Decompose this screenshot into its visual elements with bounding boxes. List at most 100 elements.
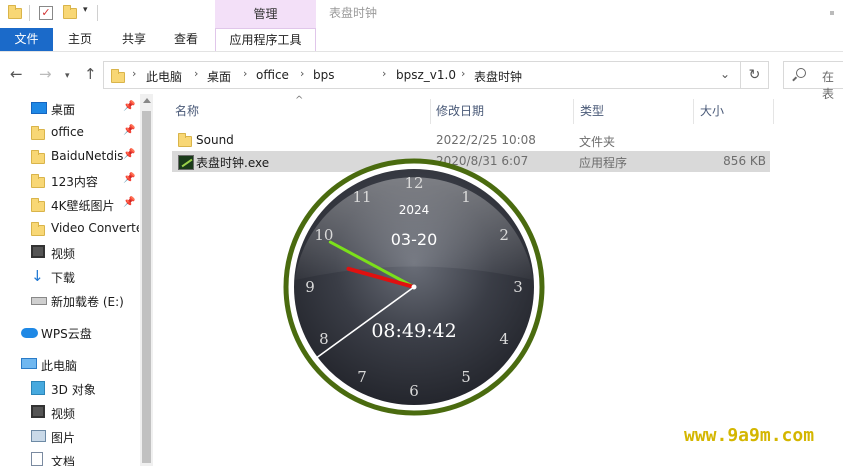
breadcrumb-current[interactable]: 表盘时钟	[474, 68, 522, 85]
site-watermark: www.9a9m.com	[684, 425, 815, 446]
pin-icon[interactable]: 📌	[123, 125, 135, 136]
nav-item-downloads[interactable]: ↓ 下载	[0, 264, 140, 288]
nav-item-label: 桌面	[51, 103, 76, 117]
clock-numeral: 6	[409, 382, 419, 400]
pictures-icon	[31, 430, 46, 442]
clock-numeral: 9	[305, 278, 315, 296]
file-date: 2022/2/25 10:08	[436, 133, 536, 147]
folder-icon	[31, 222, 45, 236]
nav-item-video-converter[interactable]: Video Converte	[0, 216, 140, 240]
manage-tab[interactable]: 管理	[215, 0, 316, 28]
nav-item-4k-wallpaper[interactable]: 4K壁纸图片 📌	[0, 192, 140, 216]
column-header-name[interactable]: 名称	[175, 99, 199, 124]
chevron-down-icon[interactable]: ⌄	[720, 67, 730, 81]
nav-item-office[interactable]: office 📌	[0, 120, 140, 144]
nav-item-label: 3D 对象	[51, 383, 96, 397]
pin-icon[interactable]: 📌	[123, 101, 135, 112]
nav-item-label: office	[51, 125, 84, 139]
desktop-icon	[31, 102, 47, 114]
up-arrow-icon[interactable]: ↑	[84, 66, 97, 82]
tab-view[interactable]: 查看	[164, 28, 208, 51]
nav-item-pictures[interactable]: 图片	[0, 424, 140, 448]
column-header-size[interactable]: 大小	[700, 99, 724, 124]
file-row[interactable]: Sound 2022/2/25 10:08 文件夹	[172, 130, 770, 151]
nav-item-drive-e[interactable]: 新加载卷 (E:)	[0, 288, 140, 312]
chevron-right-icon[interactable]: ›	[132, 67, 136, 80]
address-bar[interactable]: › 此电脑 › 桌面 › office › bps › bpsz_v1.0 › …	[103, 61, 741, 89]
clock-numeral: 5	[461, 368, 471, 386]
nav-item-123[interactable]: 123内容 📌	[0, 168, 140, 192]
minimize-icon[interactable]	[830, 11, 834, 15]
nav-item-label: 视频	[51, 247, 76, 261]
nav-scrollbar[interactable]	[140, 94, 153, 466]
breadcrumb-bpsz[interactable]: bpsz_v1.0	[396, 68, 456, 82]
pin-icon[interactable]: 📌	[123, 173, 135, 184]
nav-item-wps-cloud[interactable]: WPS云盘	[0, 320, 140, 344]
scroll-up-icon[interactable]	[143, 98, 151, 103]
chevron-right-icon[interactable]: ›	[461, 67, 465, 80]
search-input[interactable]: 在 表	[783, 61, 843, 101]
nav-item-3d-objects[interactable]: 3D 对象	[0, 376, 140, 400]
nav-item-documents[interactable]: 文档	[0, 448, 140, 466]
column-divider[interactable]	[573, 99, 574, 124]
clock-year: 2024	[398, 203, 430, 217]
forward-arrow-icon[interactable]: →	[39, 66, 52, 82]
recent-locations-icon[interactable]: ▾	[65, 68, 70, 84]
column-header-type[interactable]: 类型	[580, 99, 604, 124]
download-icon: ↓	[31, 267, 44, 285]
column-divider[interactable]	[693, 99, 694, 124]
back-arrow-icon[interactable]: ←	[10, 66, 23, 82]
tab-app-tools[interactable]: 应用程序工具	[215, 28, 316, 51]
column-header-date[interactable]: 修改日期	[436, 99, 484, 124]
chevron-right-icon[interactable]: ›	[194, 67, 198, 80]
clock-face: 121234567891011	[283, 158, 545, 416]
new-folder-icon[interactable]	[63, 4, 77, 22]
folder-icon[interactable]	[8, 4, 22, 22]
breadcrumb-desktop[interactable]: 桌面	[207, 68, 231, 85]
chevron-right-icon[interactable]: ›	[382, 67, 386, 80]
nav-item-label: Video Converte	[51, 221, 139, 235]
nav-item-label: 图片	[51, 431, 76, 445]
breadcrumb-bps[interactable]: bps	[313, 68, 335, 82]
customize-qa-icon[interactable]: ▾	[83, 5, 88, 23]
folder-icon	[31, 198, 45, 212]
folder-icon	[111, 69, 125, 83]
clock-numeral: 7	[357, 368, 367, 386]
nav-item-label: 123内容	[51, 175, 98, 189]
computer-icon	[21, 358, 37, 369]
folder-icon	[31, 126, 45, 140]
separator	[29, 5, 30, 21]
tab-share[interactable]: 共享	[112, 28, 156, 51]
nav-item-label: 下载	[51, 271, 76, 285]
column-divider[interactable]	[773, 99, 774, 124]
file-type: 应用程序	[579, 156, 628, 170]
nav-item-videos[interactable]: 视频	[0, 240, 140, 264]
video-icon	[31, 245, 45, 258]
separator	[97, 5, 98, 21]
pin-icon[interactable]: 📌	[123, 197, 135, 208]
file-type: 文件夹	[579, 135, 616, 149]
desktop-clock[interactable]: 12 1 2 3 4 5 6 7 8 9 10 11 2024 03-20 08:49:42	[283, 158, 545, 416]
chevron-right-icon[interactable]: ›	[243, 67, 247, 80]
column-divider[interactable]	[430, 99, 431, 124]
file-name: Sound	[196, 133, 234, 147]
nav-item-label: 4K壁纸图片	[51, 199, 115, 213]
nav-item-pc-videos[interactable]: 视频	[0, 400, 140, 424]
nav-item-this-pc[interactable]: 此电脑	[0, 352, 140, 376]
refresh-icon[interactable]: ↻	[741, 61, 769, 89]
scroll-thumb[interactable]	[142, 111, 151, 463]
file-name: 表盘时钟.exe	[196, 156, 270, 170]
tab-home[interactable]: 主页	[58, 28, 102, 51]
folder-icon	[31, 174, 45, 188]
breadcrumb-this-pc[interactable]: 此电脑	[146, 68, 182, 85]
nav-item-desktop[interactable]: 桌面 📌	[0, 96, 140, 120]
breadcrumb-office[interactable]: office	[256, 68, 289, 82]
file-size: 856 KB	[723, 154, 766, 168]
properties-icon[interactable]: ✓	[39, 6, 53, 20]
pin-icon[interactable]: 📌	[123, 149, 135, 160]
chevron-right-icon[interactable]: ›	[300, 67, 304, 80]
nav-item-baidunetdisk[interactable]: BaiduNetdis 📌	[0, 144, 140, 168]
tab-file[interactable]: 文件	[0, 28, 53, 51]
ribbon-tabs: 文件 主页 共享 查看 应用程序工具	[0, 28, 843, 52]
search-icon	[796, 68, 806, 78]
